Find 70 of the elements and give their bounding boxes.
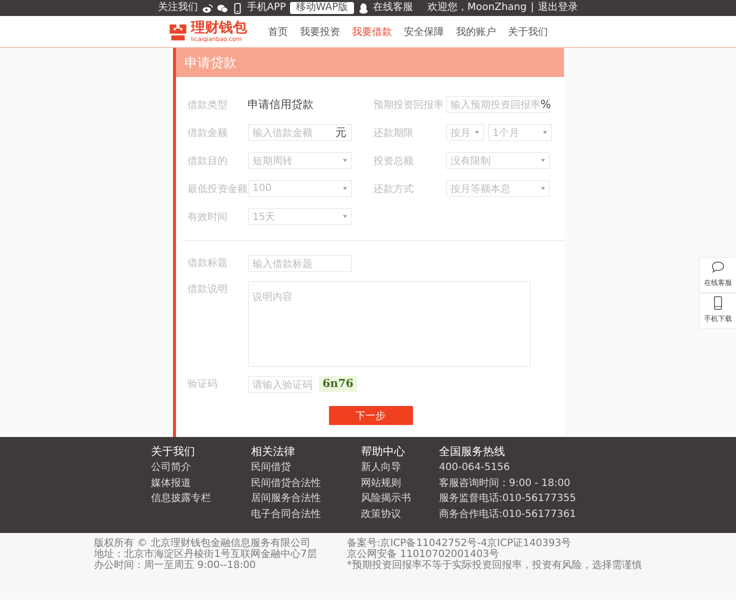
greeting-text: 欢迎您，MoonZhang xyxy=(427,2,527,14)
footer-link[interactable]: 400-064-5156 xyxy=(439,462,585,474)
footer-info: *预期投资回报率不等于实际投资回报率，投资有风险，选择需谨慎 xyxy=(346,560,642,571)
caret-icon xyxy=(342,215,346,218)
footer-link[interactable]: 商务合作电话:010-56177361 xyxy=(439,508,585,521)
footer-link[interactable]: 公司简介 xyxy=(151,462,251,474)
weibo-icon[interactable] xyxy=(202,2,213,14)
nav-link[interactable]: 我的账户 xyxy=(456,24,496,38)
page-title: 申请贷款 xyxy=(184,54,236,72)
nav-link[interactable]: 安全保障 xyxy=(404,24,444,38)
phone-icon xyxy=(711,296,725,310)
chat-icon xyxy=(711,260,725,274)
footer-info: 京公网安备 11010702001403号 xyxy=(346,549,500,560)
service-link[interactable]: 在线客服 xyxy=(373,2,414,14)
phone-icon[interactable] xyxy=(232,2,243,14)
follow-label: 关注我们 xyxy=(158,2,198,14)
footer-link[interactable]: 客服咨询时间：9:00 - 18:00 xyxy=(439,478,585,490)
nav-link[interactable]: 关于我们 xyxy=(508,24,548,38)
caret-icon xyxy=(342,187,346,190)
wechat-icon[interactable] xyxy=(217,2,228,14)
caret-icon xyxy=(474,131,478,134)
footer-link[interactable]: 服务监督电话:010-56177355 xyxy=(439,493,585,506)
footer-link[interactable]: 电子合同合法性 xyxy=(251,508,361,521)
field-label: 借款目的 xyxy=(188,154,228,168)
loan-type-value: 申请信用贷款 xyxy=(248,97,314,112)
separator-text: | xyxy=(530,2,534,14)
caret-icon xyxy=(540,159,544,162)
caret-icon xyxy=(342,159,346,162)
field-label: 投资总额 xyxy=(374,154,414,168)
caret-icon xyxy=(540,187,544,190)
logo-icon[interactable] xyxy=(168,22,188,42)
footer-heading: 相关法律 xyxy=(251,445,296,459)
field-label: 预期投资回报率 xyxy=(374,98,444,112)
app-link[interactable]: 手机APP xyxy=(247,2,286,14)
logout-link[interactable]: 退出登录 xyxy=(538,2,578,14)
footer-link[interactable]: 风险揭示书 xyxy=(361,493,439,506)
input-field[interactable]: 输入借款金额 元 xyxy=(248,124,352,141)
captcha-image[interactable]: 6n76 xyxy=(318,376,358,392)
nav-link[interactable]: 首页 xyxy=(268,24,288,38)
footer-link[interactable]: 居间服务合法性 xyxy=(251,493,361,506)
footer-info: 版权所有 © 北京理财钱包金融信息服务有限公司 xyxy=(94,538,312,549)
field-label: 借款标题 xyxy=(188,256,228,271)
footer-link[interactable]: 信息披露专栏 xyxy=(151,493,251,506)
field-label: 还款期限 xyxy=(374,126,414,140)
nav-link[interactable]: 我要投资 xyxy=(300,24,340,38)
field-label: 还款方式 xyxy=(374,182,414,196)
footer-link[interactable]: 民间借贷合法性 xyxy=(251,478,361,490)
logo-name[interactable]: 理财钱包 xyxy=(191,20,247,36)
field-label: 验证码 xyxy=(188,378,218,392)
footer-link[interactable]: 政策协议 xyxy=(361,508,439,521)
footer-heading: 帮助中心 xyxy=(361,445,406,459)
caret-icon xyxy=(542,131,546,134)
footer-info: 地址：北京市海淀区丹棱街1号互联网金融中心7层 xyxy=(94,549,317,560)
footer-heading: 关于我们 xyxy=(151,445,196,459)
field-label: 借款金额 xyxy=(188,126,228,140)
footer-link[interactable]: 媒体报道 xyxy=(151,478,251,490)
next-button[interactable]: 下一步 xyxy=(328,406,412,425)
nav-link[interactable]: 我要借款 xyxy=(352,24,392,38)
footer-heading: 全国服务热线 xyxy=(439,445,506,459)
footer-link[interactable]: 民间借贷 xyxy=(251,462,361,474)
footer-link[interactable]: 新人向导 xyxy=(361,462,439,474)
input-field[interactable]: 输入预期投资回报率% xyxy=(446,96,550,113)
footer-info: 备案号:京ICP备11042752号-4京ICP证140393号 xyxy=(346,538,572,549)
field-label: 借款说明 xyxy=(188,283,228,297)
field-label: 借款类型 xyxy=(188,98,228,112)
field-label: 最低投资金额 xyxy=(188,182,248,196)
wap-button[interactable]: 移动WAP版 xyxy=(290,2,354,14)
footer-link[interactable]: 网站规则 xyxy=(361,478,439,490)
footer-info: 办公时间：周一至周五 9:00--18:00 xyxy=(94,560,257,571)
field-label: 有效时间 xyxy=(188,210,228,224)
